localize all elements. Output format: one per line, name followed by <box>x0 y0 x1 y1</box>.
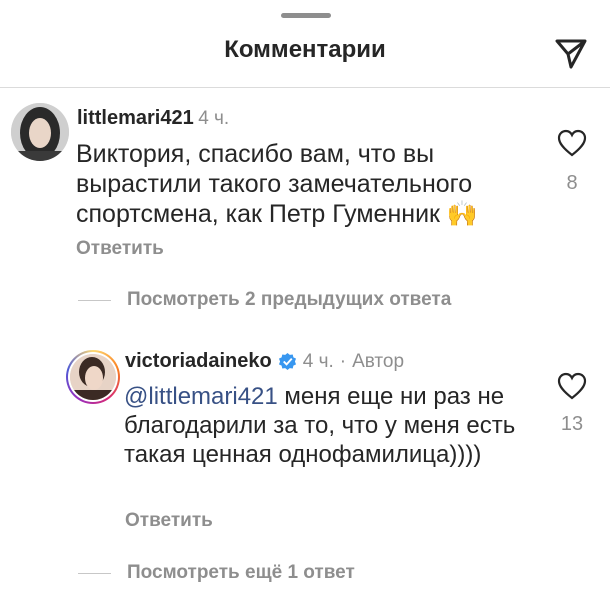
verified-badge-icon <box>278 352 296 371</box>
sheet-grabber[interactable] <box>281 13 331 18</box>
reply-header: victoriadaineko 4 ч. · Автор <box>125 350 404 373</box>
paper-plane-icon[interactable] <box>551 33 591 73</box>
view-previous-replies[interactable]: Посмотреть 2 предыдущих ответа <box>127 289 451 311</box>
raised-hands-emoji: 🙌 <box>446 200 479 228</box>
view-more-replies[interactable]: Посмотреть ещё 1 ответ <box>127 562 355 584</box>
like-count: 13 <box>560 413 584 435</box>
comment-time: 4 ч. <box>198 108 230 129</box>
avatar[interactable] <box>66 350 120 404</box>
reply-button[interactable]: Ответить <box>76 238 164 260</box>
reply-text: @littlemari421 меня еще ни раз не благод… <box>124 382 544 469</box>
meta-separator: · <box>339 350 347 372</box>
reply-username[interactable]: victoriadaineko <box>125 350 272 373</box>
thread-line <box>78 573 111 574</box>
like-count: 8 <box>566 172 578 194</box>
author-label: Автор <box>352 350 405 372</box>
avatar-image <box>70 354 116 400</box>
comment-body: Виктория, спасибо вам, что вы вырастили … <box>76 140 473 228</box>
avatar-ring <box>68 352 118 402</box>
comment-header: littlemari421 4 ч. <box>77 107 229 130</box>
header-divider <box>0 87 610 88</box>
mention-link[interactable]: @littlemari421 <box>124 383 278 410</box>
comment-text: Виктория, спасибо вам, что вы вырастили … <box>76 139 516 229</box>
page-title: Комментарии <box>224 36 386 63</box>
reply-time: 4 ч. <box>302 350 334 372</box>
comment-username[interactable]: littlemari421 <box>77 107 194 129</box>
avatar[interactable] <box>11 103 69 161</box>
heart-icon[interactable] <box>557 129 587 157</box>
thread-line <box>78 300 111 301</box>
avatar-image <box>11 103 69 161</box>
reply-button[interactable]: Ответить <box>125 510 213 532</box>
heart-icon[interactable] <box>557 372 587 400</box>
